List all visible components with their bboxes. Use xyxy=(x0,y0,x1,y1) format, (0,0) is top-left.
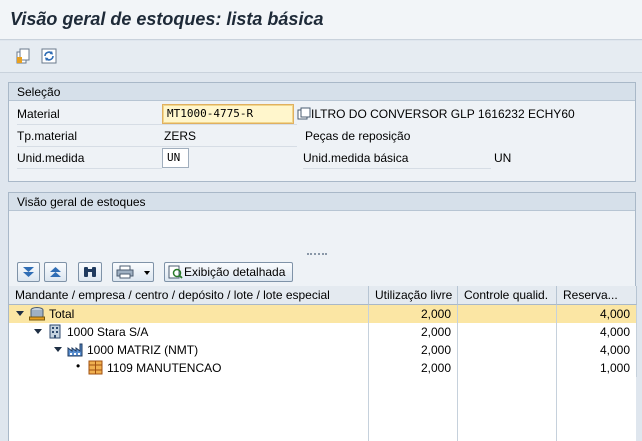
search-help-icon[interactable] xyxy=(297,107,311,121)
cell-qualid xyxy=(458,305,557,323)
application-toolbar xyxy=(0,41,642,73)
column-divider xyxy=(368,377,369,441)
splitter-handle[interactable] xyxy=(307,253,327,255)
new-document-icon[interactable] xyxy=(14,47,32,65)
tpmaterial-description: Peças de reposição xyxy=(305,129,411,143)
title-bar: Visão geral de estoques: lista básica xyxy=(0,0,642,40)
material-field[interactable]: MT1000-4775-R xyxy=(162,104,294,124)
cell-reserva: 4,000 xyxy=(557,323,637,341)
detail-view-icon xyxy=(168,265,183,279)
page-title: Visão geral de estoques: lista básica xyxy=(10,9,324,29)
cell-reserva: 4,000 xyxy=(557,341,637,359)
column-header-qualid[interactable]: Controle qualid. xyxy=(458,286,557,305)
cell-qualid xyxy=(458,323,557,341)
material-description: ILTRO DO CONVERSOR GLP 1616232 ECHY60 xyxy=(311,107,575,121)
column-header-livre[interactable]: Utilização livre xyxy=(369,286,458,305)
column-header-hierarchy[interactable]: Mandante / empresa / centro / depósito /… xyxy=(9,286,369,305)
overview-header: Visão geral de estoques xyxy=(9,193,635,211)
storage-location-icon xyxy=(88,360,103,375)
unid-medida-field[interactable]: UN xyxy=(162,148,189,168)
total-icon xyxy=(29,307,45,321)
row-label: Total xyxy=(49,307,75,321)
table-row[interactable]: 1000 Stara S/A 2,000 4,000 xyxy=(9,323,637,341)
leaf-node-bullet: • xyxy=(76,359,81,373)
expanded-node-icon[interactable] xyxy=(54,346,62,354)
table-row[interactable]: Total 2,000 4,000 xyxy=(9,305,637,323)
cell-livre: 2,000 xyxy=(369,323,458,341)
refresh-icon[interactable] xyxy=(40,47,58,65)
cell-qualid xyxy=(458,341,557,359)
detailed-view-label: Exibição detalhada xyxy=(184,265,286,279)
table-row[interactable]: • 1109 MANUTENCAO 2,000 1,000 xyxy=(9,359,637,377)
expanded-node-icon[interactable] xyxy=(34,328,42,336)
expand-all-icon xyxy=(23,267,34,277)
plant-factory-icon xyxy=(67,343,83,357)
row-label: 1000 Stara S/A xyxy=(67,325,149,339)
company-building-icon xyxy=(49,324,61,339)
row-label: 1109 MANUTENCAO xyxy=(107,361,222,375)
selection-group: Seleção Material MT1000-4775-R ILTRO DO … xyxy=(8,82,636,182)
table-row[interactable]: 1000 MATRIZ (NMT) 2,000 4,000 xyxy=(9,341,637,359)
cell-livre: 2,000 xyxy=(369,341,458,359)
expanded-node-icon[interactable] xyxy=(16,310,24,318)
binoculars-icon xyxy=(84,267,96,277)
cell-reserva: 1,000 xyxy=(557,359,637,377)
expand-all-button[interactable] xyxy=(17,262,40,282)
unid-medida-basica-value: UN xyxy=(494,151,512,165)
stock-tree-table: Mandante / empresa / centro / depósito /… xyxy=(8,286,637,441)
cell-qualid xyxy=(458,359,557,377)
detailed-view-button[interactable]: Exibição detalhada xyxy=(164,262,293,282)
cell-livre: 2,000 xyxy=(369,305,458,323)
printer-icon xyxy=(116,265,134,279)
selection-header: Seleção xyxy=(9,83,635,101)
tpmaterial-value: ZERS xyxy=(164,129,197,143)
cell-reserva: 4,000 xyxy=(557,305,637,323)
row-label: 1000 MATRIZ (NMT) xyxy=(87,343,199,357)
unid-medida-label: Unid.medida xyxy=(17,151,162,169)
column-header-reserva[interactable]: Reserva... xyxy=(557,286,637,305)
tpmaterial-label: Tp.material xyxy=(17,129,297,147)
column-divider xyxy=(556,377,557,441)
collapse-all-icon xyxy=(50,267,61,277)
print-button[interactable] xyxy=(112,262,154,282)
collapse-all-button[interactable] xyxy=(44,262,67,282)
cell-livre: 2,000 xyxy=(369,359,458,377)
chevron-down-icon xyxy=(144,271,150,275)
unid-medida-basica-label: Unid.medida básica xyxy=(303,151,491,169)
column-divider xyxy=(457,377,458,441)
find-button[interactable] xyxy=(78,262,102,282)
